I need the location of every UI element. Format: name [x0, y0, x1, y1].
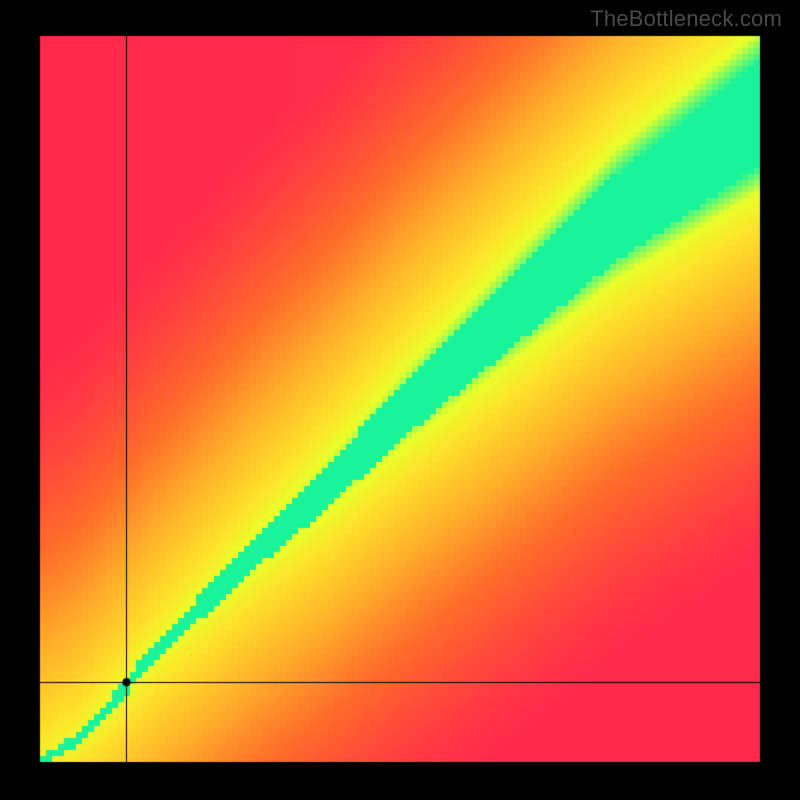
bottleneck-heatmap	[0, 0, 800, 800]
site-watermark: TheBottleneck.com	[590, 6, 782, 32]
chart-container: TheBottleneck.com	[0, 0, 800, 800]
